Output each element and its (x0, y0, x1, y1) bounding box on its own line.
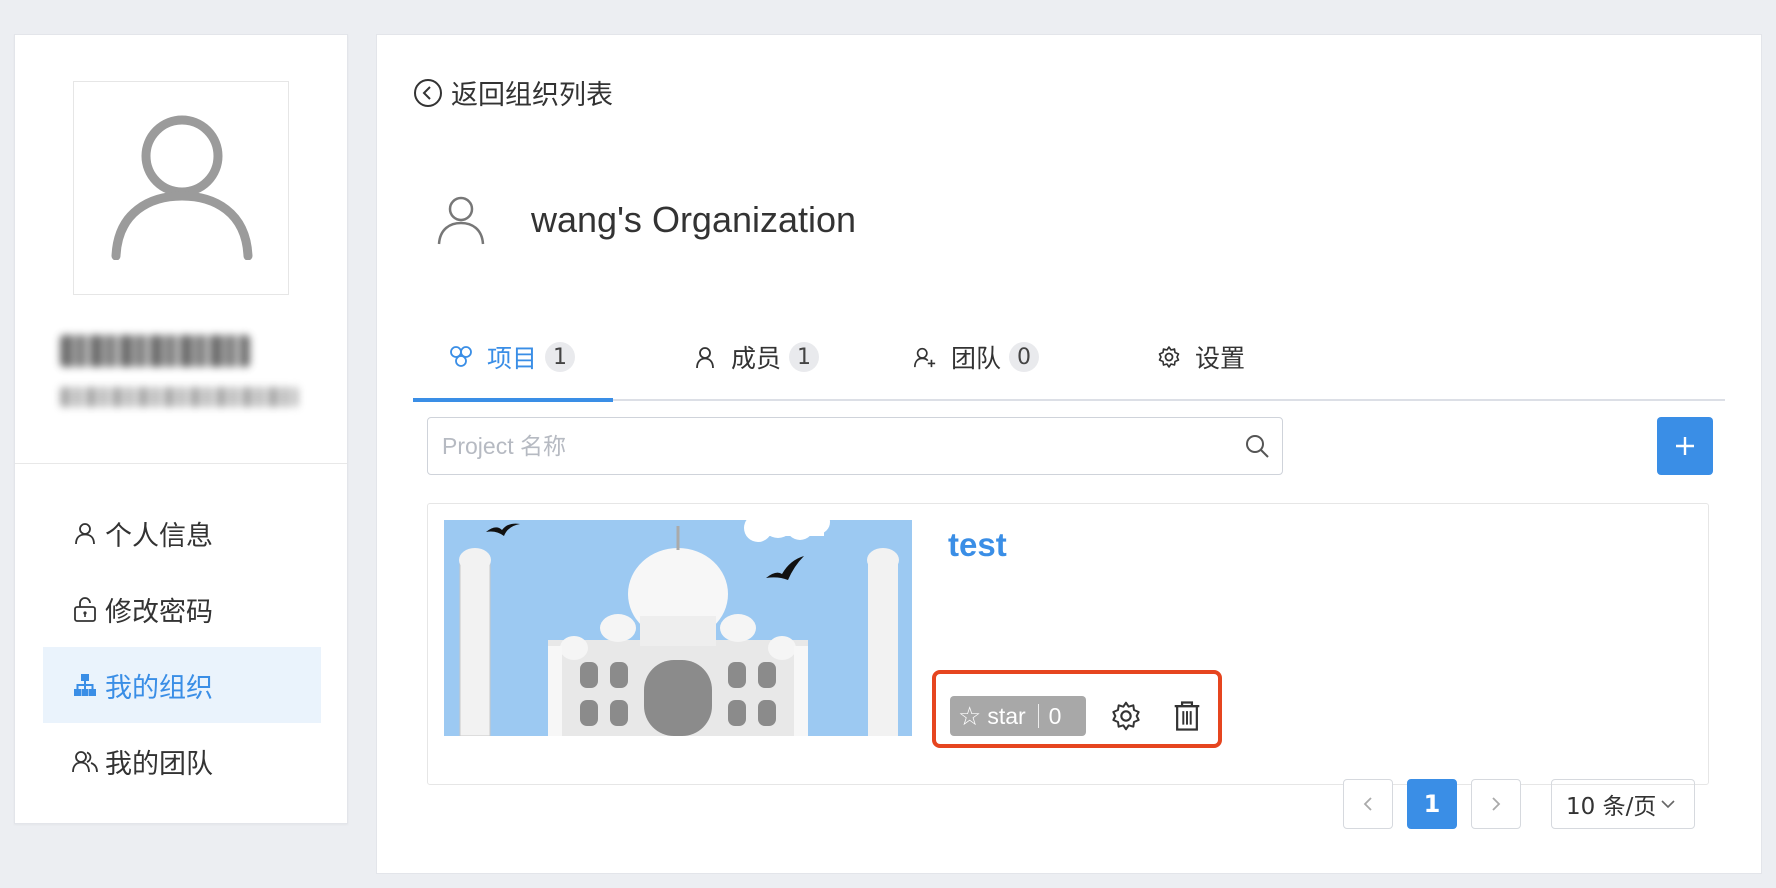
project-name-link[interactable]: test (948, 526, 1007, 564)
sidebar-item-label: 我的团队 (105, 748, 213, 780)
page-button-current[interactable]: 1 (1407, 779, 1457, 829)
org-tabs: 项目 1 成员 1 团队 0 设置 (413, 313, 1725, 402)
tab-teams[interactable]: 团队 0 (913, 313, 1040, 401)
sidebar-item-my-organizations[interactable]: 我的组织 (43, 647, 321, 723)
back-label: 返回组织列表 (451, 80, 613, 111)
tab-settings[interactable]: 设置 (1157, 313, 1245, 401)
member-icon (693, 345, 717, 369)
avatar (73, 81, 289, 295)
plus-icon (1676, 437, 1694, 455)
sidebar-menu: 个人信息 修改密码 我的组织 我的团队 (43, 495, 321, 799)
tab-count-badge: 0 (1009, 342, 1040, 372)
blurred-email (60, 387, 298, 407)
tab-label: 成员 (731, 344, 782, 373)
project-settings-gear-icon[interactable] (1110, 700, 1142, 732)
sidebar-divider (15, 463, 347, 464)
user-icon (71, 519, 99, 547)
project-icon (449, 345, 473, 369)
org-tree-icon (71, 671, 99, 699)
active-tab-indicator (413, 398, 613, 402)
tab-members[interactable]: 成员 1 (693, 313, 820, 401)
tab-label: 项目 (487, 344, 538, 373)
tab-projects[interactable]: 项目 1 (449, 313, 576, 401)
chevron-right-icon (1492, 797, 1501, 811)
project-cover-image[interactable] (444, 520, 912, 736)
team-add-icon (913, 345, 937, 369)
star-label: star (987, 702, 1026, 729)
project-card: test ☆ star 0 (427, 503, 1709, 785)
page-size-select[interactable]: 10 条/页 (1551, 779, 1695, 829)
back-to-org-list-link[interactable]: 返回组织列表 (413, 73, 613, 112)
sidebar-item-label: 修改密码 (105, 596, 213, 628)
star-count: 0 (1048, 702, 1062, 729)
tab-count-badge: 1 (789, 342, 820, 372)
add-project-button[interactable] (1657, 417, 1713, 475)
blurred-username (60, 335, 250, 367)
project-search (427, 417, 1283, 475)
next-page-button[interactable] (1471, 779, 1521, 829)
sidebar-item-my-teams[interactable]: 我的团队 (43, 723, 321, 799)
gear-icon (1157, 345, 1181, 369)
star-separator (1037, 704, 1039, 728)
org-avatar-icon (437, 196, 485, 245)
back-circle-icon (414, 78, 442, 107)
delete-trash-icon[interactable] (1172, 700, 1202, 732)
search-icon[interactable] (1244, 433, 1270, 459)
tab-count-badge: 1 (545, 342, 576, 372)
chevron-down-icon (1661, 800, 1675, 809)
tab-label: 团队 (951, 344, 1002, 373)
chevron-left-icon (1363, 797, 1372, 811)
tab-label: 设置 (1195, 344, 1246, 373)
sidebar-item-label: 我的组织 (105, 672, 213, 704)
page-size-value: 10 条/页 (1566, 794, 1657, 820)
project-actions-highlight: ☆ star 0 (932, 670, 1222, 748)
default-avatar-icon (111, 115, 253, 260)
org-title: wang's Organization (531, 199, 857, 240)
team-icon (71, 747, 99, 775)
sidebar-item-change-password[interactable]: 修改密码 (43, 571, 321, 647)
organization-panel: 返回组织列表 wang's Organization 项目 1 成员 1 团队 … (376, 34, 1762, 874)
org-header: wang's Organization (437, 195, 856, 245)
profile-sidebar: 个人信息 修改密码 我的组织 我的团队 (14, 34, 348, 824)
sidebar-item-profile[interactable]: 个人信息 (43, 495, 321, 571)
prev-page-button[interactable] (1343, 779, 1393, 829)
star-button[interactable]: ☆ star 0 (950, 696, 1086, 736)
pagination: 1 10 条/页 (377, 779, 1763, 829)
project-search-input[interactable] (442, 426, 1222, 466)
star-icon: ☆ (958, 700, 982, 731)
sidebar-item-label: 个人信息 (105, 520, 213, 552)
lock-icon (71, 595, 99, 623)
